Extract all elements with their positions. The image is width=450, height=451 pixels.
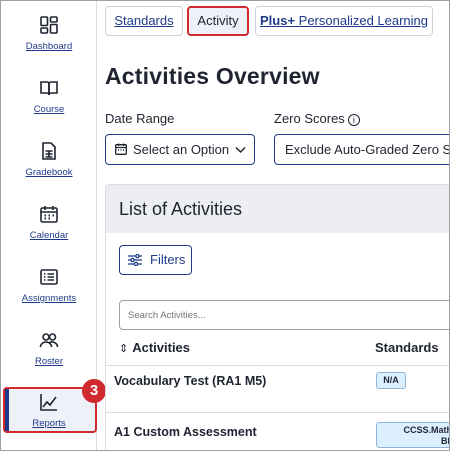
filters-button[interactable]: Filters [119, 245, 192, 275]
gradebook-icon [42, 142, 56, 160]
sidebar-item-course[interactable]: Course [1, 78, 97, 128]
sidebar-item-label: Assignments [21, 293, 77, 304]
assignments-icon [40, 269, 58, 285]
column-header-activities[interactable]: ⇕ Activities [119, 340, 190, 355]
sliders-icon [128, 254, 142, 266]
date-range-label: Date Range [105, 111, 175, 126]
tab-plus-personalized-learning[interactable]: Plus+ Personalized Learning [255, 6, 433, 36]
roster-icon [39, 333, 59, 348]
sidebar-item-label: Gradebook [25, 167, 73, 178]
sidebar-item-label: Reports [32, 418, 66, 429]
calendar-icon [40, 206, 58, 223]
sidebar-item-roster[interactable]: Roster [1, 330, 97, 380]
sidebar-item-dashboard[interactable]: Dashboard [1, 15, 97, 65]
standard-badge: N/A [376, 372, 406, 389]
sidebar: Dashboard Course Gradebook Calendar Assi… [1, 1, 106, 450]
zero-scores-label-wrap: Zero Scores i [274, 111, 360, 126]
table-row-activity-name[interactable]: Vocabulary Test (RA1 M5) [114, 374, 266, 388]
sidebar-item-calendar[interactable]: Calendar [1, 204, 97, 254]
calendar-icon [115, 143, 127, 155]
page-title: Activities Overview [105, 63, 320, 89]
row-divider [106, 365, 449, 366]
dashboard-icon [40, 16, 58, 34]
filters-button-label: Filters [150, 252, 186, 267]
search-input[interactable] [119, 300, 449, 330]
column-header-label: Activities [132, 340, 191, 355]
chart-line-icon [40, 394, 57, 411]
tab-activity[interactable]: Activity [187, 6, 249, 36]
column-header-standards: Standards [375, 340, 439, 355]
standard-code: BF.A [441, 436, 449, 446]
sidebar-item-label: Dashboard [25, 41, 73, 52]
card-title: List of Activities [119, 199, 243, 219]
date-range-select[interactable]: Select an Option [105, 134, 255, 165]
sidebar-item-gradebook[interactable]: Gradebook [1, 141, 97, 191]
zero-scores-label: Zero Scores [274, 111, 345, 126]
sidebar-item-assignments[interactable]: Assignments [1, 267, 97, 317]
chevron-down-icon [235, 146, 246, 154]
sort-icon: ⇕ [119, 343, 129, 355]
table-row-activity-name[interactable]: A1 Custom Assessment [114, 425, 257, 439]
zero-scores-select[interactable]: Exclude Auto-Graded Zero Scores [274, 134, 449, 165]
book-icon [40, 81, 58, 96]
plus-brand-label: Plus+ [259, 13, 296, 28]
sidebar-item-reports[interactable]: Reports [1, 392, 97, 442]
main-content: Standards Activity Plus+ Personalized Le… [98, 1, 449, 450]
info-icon[interactable]: i [347, 114, 360, 126]
card-header: List of Activities [106, 185, 449, 233]
sidebar-item-label: Roster [35, 356, 63, 367]
standard-badge: CCSS.Math.CBF.A [376, 422, 449, 448]
plus-tab-label: Personalized Learning [295, 13, 429, 28]
activities-card: List of Activities Filters ⇕Activities S… [105, 184, 449, 450]
row-divider [106, 412, 449, 413]
zero-scores-value: Exclude Auto-Graded Zero Scores [285, 142, 449, 157]
standard-code: CCSS.Math.C [403, 425, 449, 435]
tab-standards[interactable]: Standards [105, 6, 183, 36]
sidebar-item-label: Calendar [29, 230, 69, 241]
sidebar-item-label: Course [33, 104, 65, 115]
app-window: Dashboard Course Gradebook Calendar Assi… [0, 0, 450, 451]
date-range-value: Select an Option [133, 142, 230, 157]
